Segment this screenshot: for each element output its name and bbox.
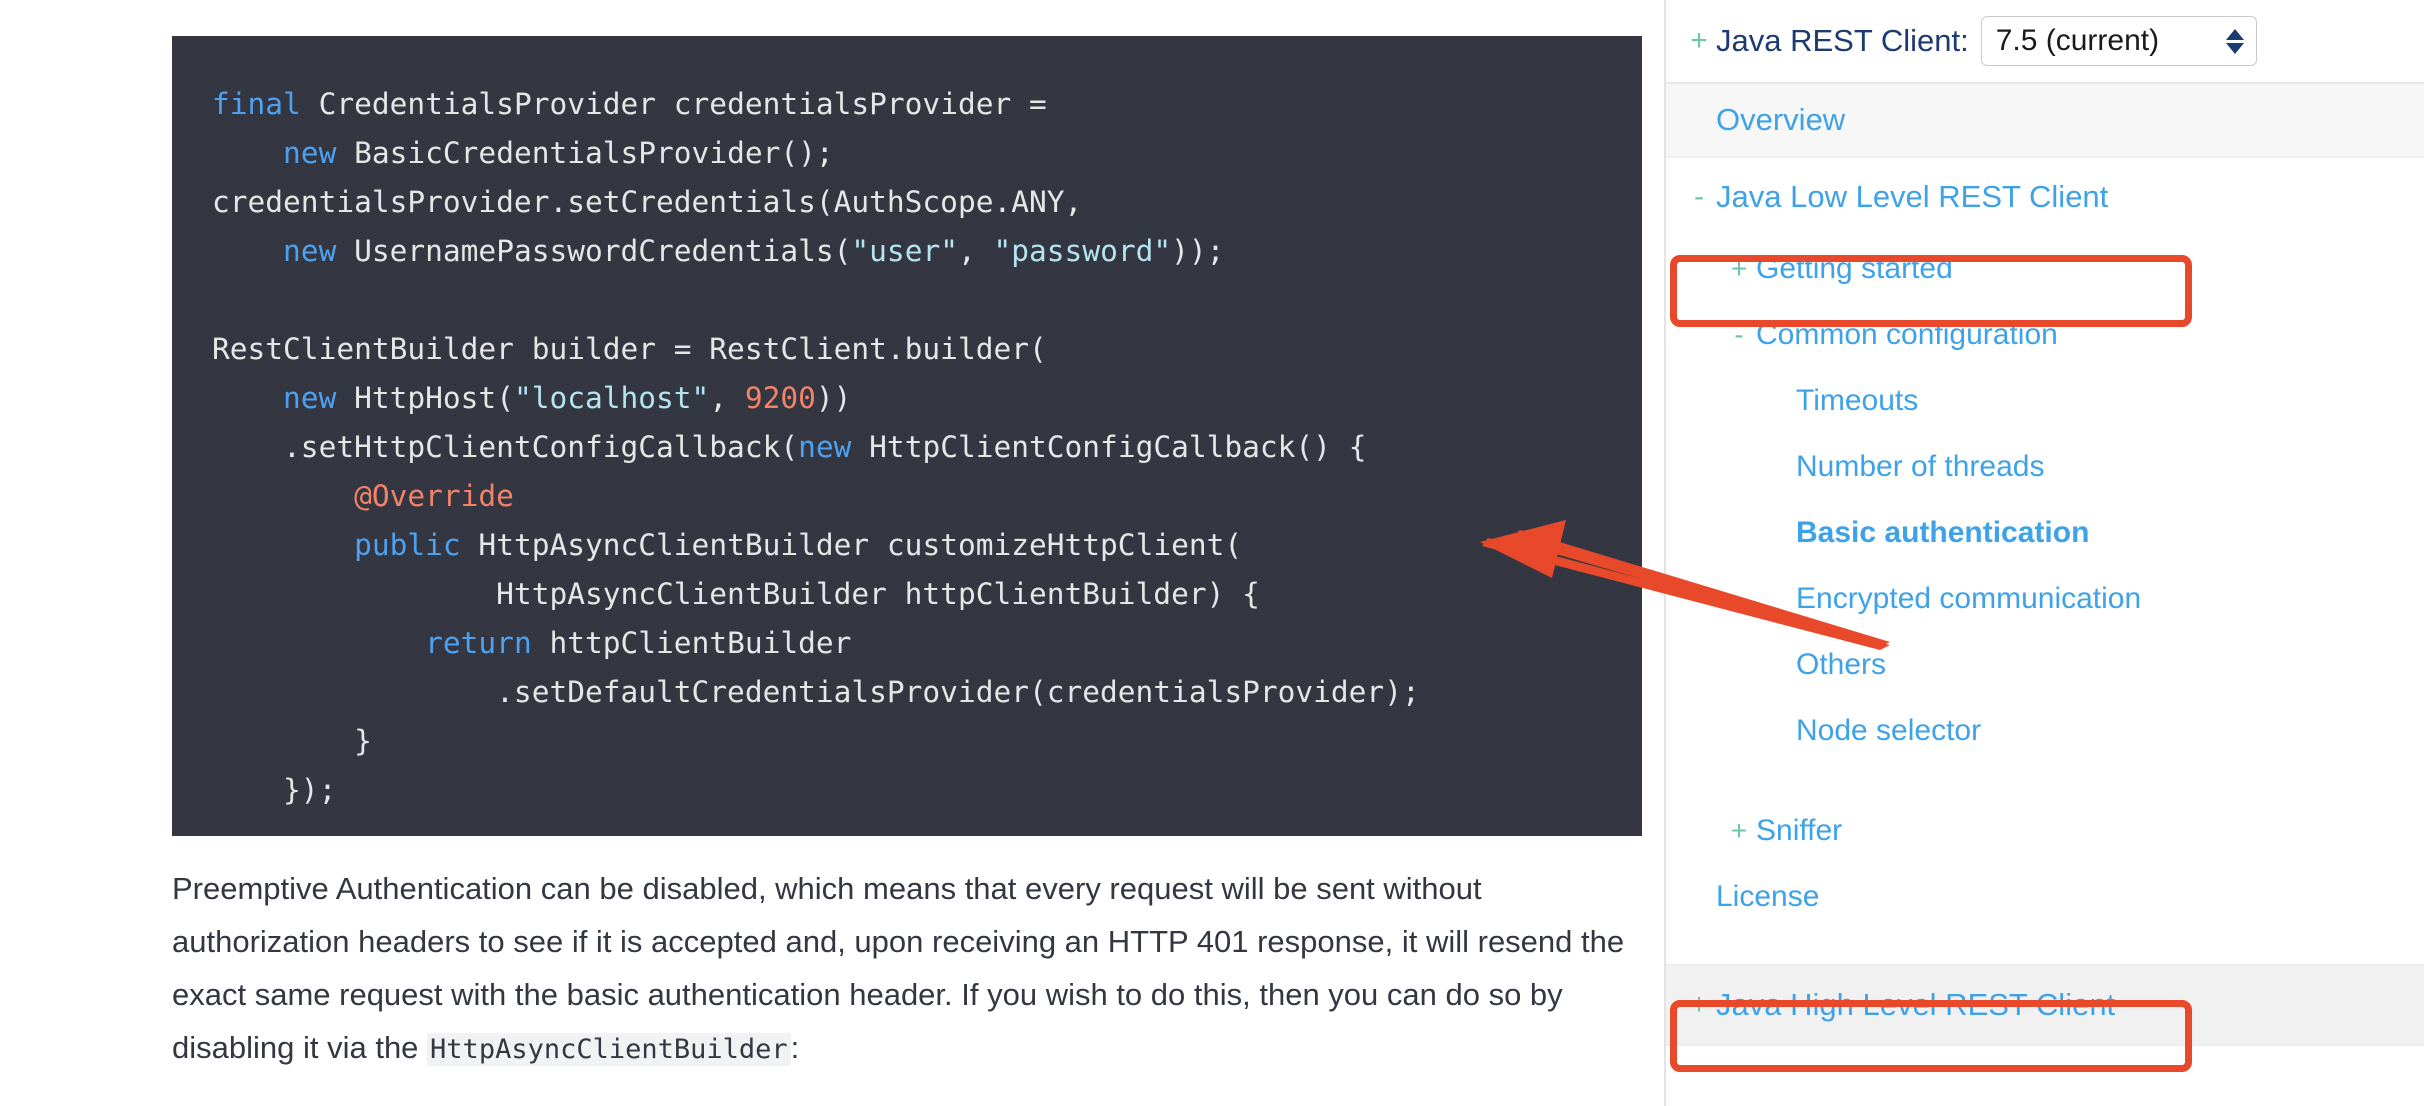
code-token: .setDefaultCredentialsProvider(credentia… (212, 675, 1420, 709)
sidebar-item-license[interactable]: License (1666, 864, 2424, 930)
sidebar-item-label: Basic authentication (1796, 516, 2090, 549)
body-paragraph: Preemptive Authentication can be disable… (172, 862, 1652, 1076)
sidebar-item-basic-authentication[interactable]: Basic authentication (1666, 500, 2424, 566)
code-token: HttpAsyncClientBuilder customizeHttpClie… (460, 528, 1243, 562)
code-block-basic-authentication: final CredentialsProvider credentialsPro… (172, 36, 1642, 836)
code-token: @Override (354, 479, 514, 513)
code-token: new (798, 430, 852, 464)
sidebar-spacer-bottom (1666, 930, 2424, 964)
sidebar-item-label: Getting started (1756, 252, 1953, 285)
code-token: "localhost" (513, 381, 710, 415)
code-token: )) (815, 381, 852, 415)
code-token: , (957, 234, 994, 268)
sidebar-overview-section: Overview (1666, 84, 2424, 158)
collapse-toggle-icon[interactable]: - (1722, 321, 1756, 349)
code-token: CredentialsProvider credentialsProvider … (300, 87, 1047, 121)
sidebar-item-getting-started[interactable]: + Getting started (1666, 236, 2424, 302)
sidebar-item-label: Java High Level REST Client (1716, 987, 2116, 1022)
sidebar-version-row[interactable]: + Java REST Client: 7.5 (current) (1666, 0, 2424, 84)
sidebar-item-node-selector[interactable]: Node selector (1666, 698, 2424, 764)
code-token: }); (212, 773, 337, 807)
code-token: .setHttpClientConfigCallback( (212, 430, 799, 464)
sidebar-item-label: Common configuration (1756, 318, 2058, 351)
code-token: , (709, 381, 745, 415)
sidebar-item-number-of-threads[interactable]: Number of threads (1666, 434, 2424, 500)
sidebar-item-timeouts[interactable]: Timeouts (1666, 368, 2424, 434)
documentation-page: final CredentialsProvider credentialsPro… (0, 0, 2424, 1106)
code-token: HttpHost( (336, 381, 514, 415)
sidebar-item-sniffer[interactable]: + Sniffer (1666, 798, 2424, 864)
code-token: RestClientBuilder builder = RestClient.b… (212, 332, 1047, 366)
expand-toggle-icon[interactable]: + (1722, 255, 1756, 283)
sidebar-item-encrypted-communication[interactable]: Encrypted communication (1666, 566, 2424, 632)
sidebar-section-java-low-level-rest-client: - Java Low Level REST Client + Getting st… (1666, 158, 2424, 966)
sidebar-item-label: Node selector (1796, 714, 1982, 747)
code-snippet: final CredentialsProvider credentialsPro… (172, 80, 1642, 815)
code-token: UsernamePasswordCredentials( (336, 234, 852, 268)
code-token: final (212, 87, 301, 121)
sidebar-item-overview[interactable]: Overview (1666, 84, 2424, 156)
code-token: "password" (993, 234, 1172, 268)
sidebar-item-label: Others (1796, 648, 1887, 681)
sidebar-version-label: Java REST Client: (1716, 23, 1969, 58)
code-token: credentialsProvider.setCredentials(AuthS… (212, 185, 1083, 219)
paragraph-text-part-2: : (790, 1030, 800, 1065)
sidebar-item-label: Overview (1716, 102, 1846, 137)
main-content-column: final CredentialsProvider credentialsPro… (0, 0, 1664, 1106)
code-token: HttpClientConfigCallback() { (851, 430, 1367, 464)
code-token: return (425, 626, 532, 660)
code-token: httpClientBuilder (531, 626, 852, 660)
sidebar-item-java-low-level-rest-client[interactable]: - Java Low Level REST Client (1666, 158, 2424, 236)
sidebar-item-others[interactable]: Others (1666, 632, 2424, 698)
stepper-up-down-icon[interactable] (2225, 28, 2244, 54)
sidebar-subitems-low-level: + Getting started - Common configuration Tim… (1666, 236, 2424, 764)
expand-toggle-icon[interactable]: + (1722, 817, 1756, 845)
inline-code-httpasyncclientbuilder: HttpAsyncClientBuilder (427, 1033, 791, 1066)
version-select-value: 7.5 (current) (1995, 24, 2160, 57)
code-token: } (212, 724, 372, 758)
sidebar-item-label: Number of threads (1796, 450, 2045, 483)
sidebar-item-common-configuration[interactable]: - Common configuration (1666, 302, 2424, 368)
code-token: BasicCredentialsProvider(); (336, 136, 834, 170)
sidebar-item-label: License (1716, 880, 1820, 913)
sidebar-item-label: Java Low Level REST Client (1716, 179, 2109, 214)
code-token: "user" (851, 234, 958, 268)
code-token: new (283, 234, 337, 268)
sidebar-footer-items-low-level: + Sniffer License (1666, 798, 2424, 930)
code-token: new (283, 381, 337, 415)
code-token: HttpAsyncClientBuilder httpClientBuilder… (212, 577, 1260, 611)
sidebar-section-java-high-level-rest-client: + Java High Level REST Client (1666, 966, 2424, 1046)
code-token: new (283, 136, 337, 170)
expand-toggle-icon[interactable]: + (1682, 990, 1716, 1020)
sidebar-navigation: + Java REST Client: 7.5 (current) Overvi… (1664, 0, 2424, 1106)
paragraph-text-part-1: Preemptive Authentication can be disable… (172, 871, 1625, 1065)
sidebar-item-label: Timeouts (1796, 384, 1919, 417)
collapse-toggle-icon[interactable]: - (1682, 182, 1716, 212)
version-select[interactable]: 7.5 (current) (1980, 16, 2257, 66)
code-token: public (354, 528, 461, 562)
sidebar-item-label: Encrypted communication (1796, 582, 2142, 615)
code-token: )); (1171, 234, 1225, 268)
code-token: 9200 (744, 381, 816, 415)
sidebar-item-java-high-level-rest-client[interactable]: + Java High Level REST Client (1666, 966, 2424, 1044)
expand-toggle-icon[interactable]: + (1682, 26, 1716, 56)
sidebar-item-label: Sniffer (1756, 814, 1843, 847)
